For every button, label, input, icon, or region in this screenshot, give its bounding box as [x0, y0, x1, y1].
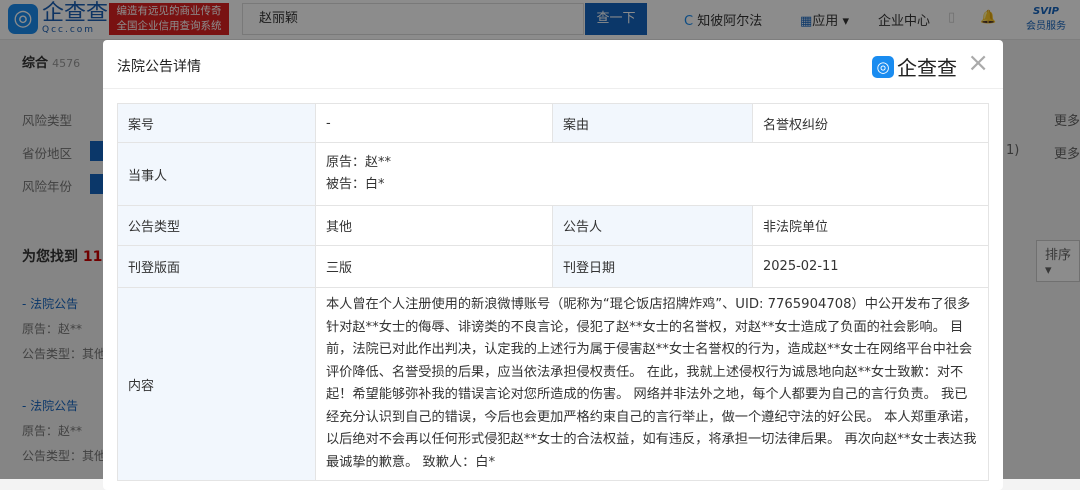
type-value: 其他	[315, 205, 553, 246]
party-label: 当事人	[117, 142, 316, 206]
case-no-value: -	[315, 103, 553, 143]
table-row: 内容 本人曾在个人注册使用的新浪微博账号（昵称为“琨仑饭店招牌炸鸡”、UID: 7…	[117, 287, 989, 481]
cause-label: 案由	[552, 103, 753, 143]
court-notice-modal: 法院公告详情 ◎ 企查查 × 案号 - 案由 名誉权纠纷 当事人 原告：赵** 被告：白* …	[103, 40, 1003, 490]
close-icon[interactable]: ×	[967, 48, 989, 78]
table-row: 案号 - 案由 名誉权纠纷	[117, 103, 989, 143]
announcer-value: 非法院单位	[752, 205, 989, 246]
date-value: 2025-02-11	[752, 245, 989, 288]
type-label: 公告类型	[117, 205, 316, 246]
modal-title: 法院公告详情	[117, 59, 201, 75]
plaintiff-value: 原告：赵**	[326, 155, 392, 170]
content-label: 内容	[117, 287, 316, 481]
modal-logo: ◎ 企查查	[872, 52, 957, 81]
page-label: 刊登版面	[117, 245, 316, 288]
table-row: 公告类型 其他 公告人 非法院单位	[117, 205, 989, 246]
date-label: 刊登日期	[552, 245, 753, 288]
modal-logo-text: 企查查	[897, 56, 957, 80]
table-row: 刊登版面 三版 刊登日期 2025-02-11	[117, 245, 989, 288]
content-value: 本人曾在个人注册使用的新浪微博账号（昵称为“琨仑饭店招牌炸鸡”、UID: 776…	[315, 287, 989, 481]
page-value: 三版	[315, 245, 553, 288]
announcer-label: 公告人	[552, 205, 753, 246]
table-row: 当事人 原告：赵** 被告：白*	[117, 142, 989, 206]
cause-value: 名誉权纠纷	[752, 103, 989, 143]
defendant-value: 被告：白*	[326, 177, 385, 192]
case-no-label: 案号	[117, 103, 316, 143]
notice-detail-table: 案号 - 案由 名誉权纠纷 当事人 原告：赵** 被告：白* 公告类型 其他 公告人 非法院单位…	[117, 103, 989, 481]
qcc-logo-icon: ◎	[872, 55, 894, 78]
divider	[103, 88, 1003, 89]
